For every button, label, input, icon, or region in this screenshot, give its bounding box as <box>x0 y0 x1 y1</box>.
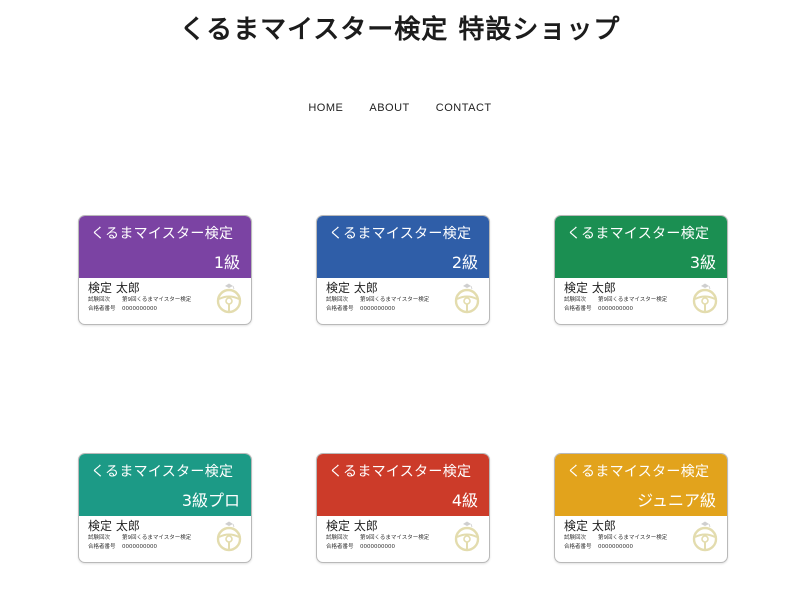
card-header: くるまマイスター検定 3級プロ <box>79 454 251 516</box>
card-header: くるまマイスター検定 2級 <box>317 216 489 278</box>
row-label: 合格者番号 <box>88 544 116 550</box>
card-body: 検定 太郎 試験回次 第9回くるまマイスター検定 合格者番号 0000000000 <box>317 278 489 324</box>
row-value: 0000000000 <box>122 544 157 550</box>
row-label: 試験回次 <box>88 297 111 303</box>
card-body: 検定 太郎 試験回次 第9回くるまマイスター検定 合格者番号 0000000000 <box>317 516 489 562</box>
card-body: 検定 太郎 試験回次 第9回くるまマイスター検定 合格者番号 0000000000 <box>555 278 727 324</box>
steering-wheel-icon <box>454 521 480 552</box>
row-value: 第9回くるまマイスター検定 <box>598 535 668 541</box>
row-label: 試験回次 <box>564 297 587 303</box>
row-value: 第9回くるまマイスター検定 <box>122 297 192 303</box>
card-exam-name: くるまマイスター検定 <box>91 226 234 242</box>
nav-about[interactable]: ABOUT <box>369 100 409 116</box>
steering-wheel-icon <box>454 283 480 314</box>
card-exam-name: くるまマイスター検定 <box>567 226 710 242</box>
steering-wheel-icon <box>692 521 718 552</box>
card-body: 検定 太郎 試験回次 第9回くるまマイスター検定 合格者番号 0000000000 <box>555 516 727 562</box>
row-label: 合格者番号 <box>564 306 592 312</box>
card-body: 検定 太郎 試験回次 第9回くるまマイスター検定 合格者番号 0000000000 <box>79 278 251 324</box>
card-grade: 3級プロ <box>181 491 240 510</box>
steering-wheel-icon <box>216 521 242 552</box>
card-grade: 1級 <box>213 253 240 272</box>
product-card-grade-1[interactable]: くるまマイスター検定 1級 検定 太郎 試験回次 第9回くるまマイスター検定 合格… <box>78 215 252 325</box>
product-card-grade-3[interactable]: くるまマイスター検定 3級 検定 太郎 試験回次 第9回くるまマイスター検定 合格… <box>554 215 728 325</box>
steering-wheel-icon <box>216 283 242 314</box>
row-value: 第9回くるまマイスター検定 <box>360 297 430 303</box>
product-card-grade-junior[interactable]: くるまマイスター検定 ジュニア級 検定 太郎 試験回次 第9回くるまマイスター検定… <box>554 453 728 563</box>
card-header: くるまマイスター検定 ジュニア級 <box>555 454 727 516</box>
card-exam-name: くるまマイスター検定 <box>567 464 710 480</box>
row-label: 試験回次 <box>564 535 587 541</box>
card-grade: 3級 <box>689 253 716 272</box>
row-label: 試験回次 <box>88 535 111 541</box>
row-value: 第9回くるまマイスター検定 <box>360 535 430 541</box>
row-value: 0000000000 <box>598 544 633 550</box>
card-exam-name: くるまマイスター検定 <box>329 226 472 242</box>
row-label: 合格者番号 <box>326 544 354 550</box>
product-card-grade-4[interactable]: くるまマイスター検定 4級 検定 太郎 試験回次 第9回くるまマイスター検定 合格… <box>316 453 490 563</box>
row-value: 0000000000 <box>360 544 395 550</box>
nav-home[interactable]: HOME <box>308 100 343 116</box>
row-value: 0000000000 <box>122 306 157 312</box>
card-grade: 4級 <box>451 491 478 510</box>
card-exam-name: くるまマイスター検定 <box>91 464 234 480</box>
card-body: 検定 太郎 試験回次 第9回くるまマイスター検定 合格者番号 0000000000 <box>79 516 251 562</box>
row-label: 合格者番号 <box>564 544 592 550</box>
card-header: くるまマイスター検定 1級 <box>79 216 251 278</box>
product-grid: くるまマイスター検定 1級 検定 太郎 試験回次 第9回くるまマイスター検定 合格… <box>78 215 730 563</box>
card-header: くるまマイスター検定 3級 <box>555 216 727 278</box>
row-value: 第9回くるまマイスター検定 <box>598 297 668 303</box>
main-nav: HOME ABOUT CONTACT <box>0 100 800 116</box>
row-label: 合格者番号 <box>326 306 354 312</box>
row-value: 0000000000 <box>598 306 633 312</box>
row-label: 試験回次 <box>326 535 349 541</box>
product-card-grade-2[interactable]: くるまマイスター検定 2級 検定 太郎 試験回次 第9回くるまマイスター検定 合格… <box>316 215 490 325</box>
row-label: 試験回次 <box>326 297 349 303</box>
site-title: くるまマイスター検定 特設ショップ <box>179 15 621 45</box>
nav-contact[interactable]: CONTACT <box>436 100 492 116</box>
row-value: 0000000000 <box>360 306 395 312</box>
product-card-grade-3-pro[interactable]: くるまマイスター検定 3級プロ 検定 太郎 試験回次 第9回くるまマイスター検定 … <box>78 453 252 563</box>
row-label: 合格者番号 <box>88 306 116 312</box>
card-grade: ジュニア級 <box>637 491 716 510</box>
steering-wheel-icon <box>692 283 718 314</box>
card-grade: 2級 <box>451 253 478 272</box>
row-value: 第9回くるまマイスター検定 <box>122 535 192 541</box>
card-header: くるまマイスター検定 4級 <box>317 454 489 516</box>
card-exam-name: くるまマイスター検定 <box>329 464 472 480</box>
